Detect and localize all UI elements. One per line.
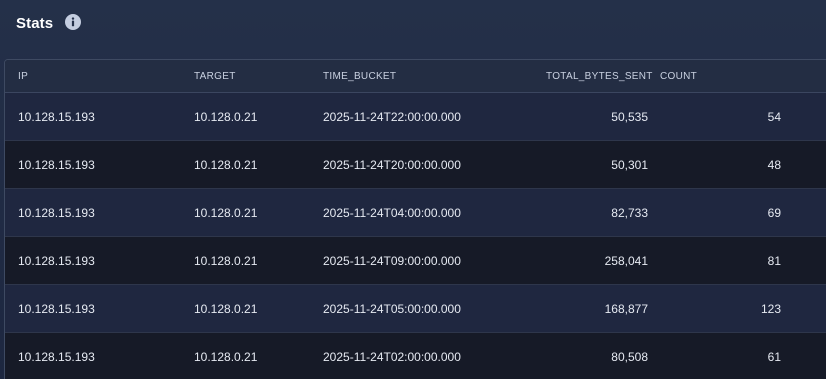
info-icon[interactable]: [65, 14, 82, 30]
panel-header: Stats: [0, 0, 826, 46]
cell-count: 48: [767, 157, 781, 172]
column-header-ip[interactable]: IP: [5, 71, 194, 82]
column-header-time-bucket[interactable]: TIME_BUCKET: [323, 71, 522, 82]
column-header-target[interactable]: TARGET: [194, 71, 323, 82]
cell-target: 10.128.0.21: [194, 349, 258, 364]
cell-ip: 10.128.15.193: [18, 301, 95, 316]
cell-count: 123: [760, 301, 781, 316]
cell-count: 54: [767, 109, 781, 124]
table-row[interactable]: 10.128.15.193 10.128.0.21 2025-11-24T20:…: [5, 141, 826, 189]
cell-count: 69: [767, 205, 781, 220]
table-row[interactable]: 10.128.15.193 10.128.0.21 2025-11-24T04:…: [5, 189, 826, 237]
cell-ip: 10.128.15.193: [18, 253, 95, 268]
cell-total-bytes-sent: 258,041: [604, 253, 648, 268]
cell-time-bucket: 2025-11-24T05:00:00.000: [323, 301, 461, 316]
cell-time-bucket: 2025-11-24T04:00:00.000: [323, 205, 461, 220]
panel-title: Stats: [16, 14, 54, 32]
cell-ip: 10.128.15.193: [18, 205, 95, 220]
cell-total-bytes-sent: 168,877: [604, 301, 648, 316]
table-header-row: IP TARGET TIME_BUCKET TOTAL_BYTES_SENT C…: [5, 60, 826, 93]
cell-ip: 10.128.15.193: [18, 157, 95, 172]
cell-count: 61: [767, 349, 781, 364]
cell-total-bytes-sent: 50,535: [611, 109, 648, 124]
cell-target: 10.128.0.21: [194, 109, 258, 124]
cell-ip: 10.128.15.193: [18, 349, 95, 364]
cell-ip: 10.128.15.193: [18, 109, 95, 124]
cell-target: 10.128.0.21: [194, 253, 258, 268]
table-row[interactable]: 10.128.15.193 10.128.0.21 2025-11-24T05:…: [5, 285, 826, 333]
cell-total-bytes-sent: 80,508: [611, 349, 648, 364]
cell-count: 81: [767, 253, 781, 268]
stats-panel: Stats IP TARGET TIME_BUCKET TOTAL_BYTES_…: [0, 0, 826, 379]
cell-total-bytes-sent: 50,301: [611, 157, 648, 172]
column-header-total-bytes-sent[interactable]: TOTAL_BYTES_SENT: [522, 71, 652, 82]
cell-target: 10.128.0.21: [194, 157, 258, 172]
cell-time-bucket: 2025-11-24T20:00:00.000: [323, 157, 461, 172]
cell-total-bytes-sent: 82,733: [611, 205, 648, 220]
table-row[interactable]: 10.128.15.193 10.128.0.21 2025-11-24T02:…: [5, 333, 826, 379]
cell-time-bucket: 2025-11-24T09:00:00.000: [323, 253, 461, 268]
cell-target: 10.128.0.21: [194, 205, 258, 220]
cell-time-bucket: 2025-11-24T02:00:00.000: [323, 349, 461, 364]
cell-target: 10.128.0.21: [194, 301, 258, 316]
column-header-count[interactable]: COUNT: [648, 71, 781, 82]
stats-table: IP TARGET TIME_BUCKET TOTAL_BYTES_SENT C…: [4, 59, 826, 379]
table-row[interactable]: 10.128.15.193 10.128.0.21 2025-11-24T09:…: [5, 237, 826, 285]
cell-time-bucket: 2025-11-24T22:00:00.000: [323, 109, 461, 124]
table-row[interactable]: 10.128.15.193 10.128.0.21 2025-11-24T22:…: [5, 93, 826, 141]
